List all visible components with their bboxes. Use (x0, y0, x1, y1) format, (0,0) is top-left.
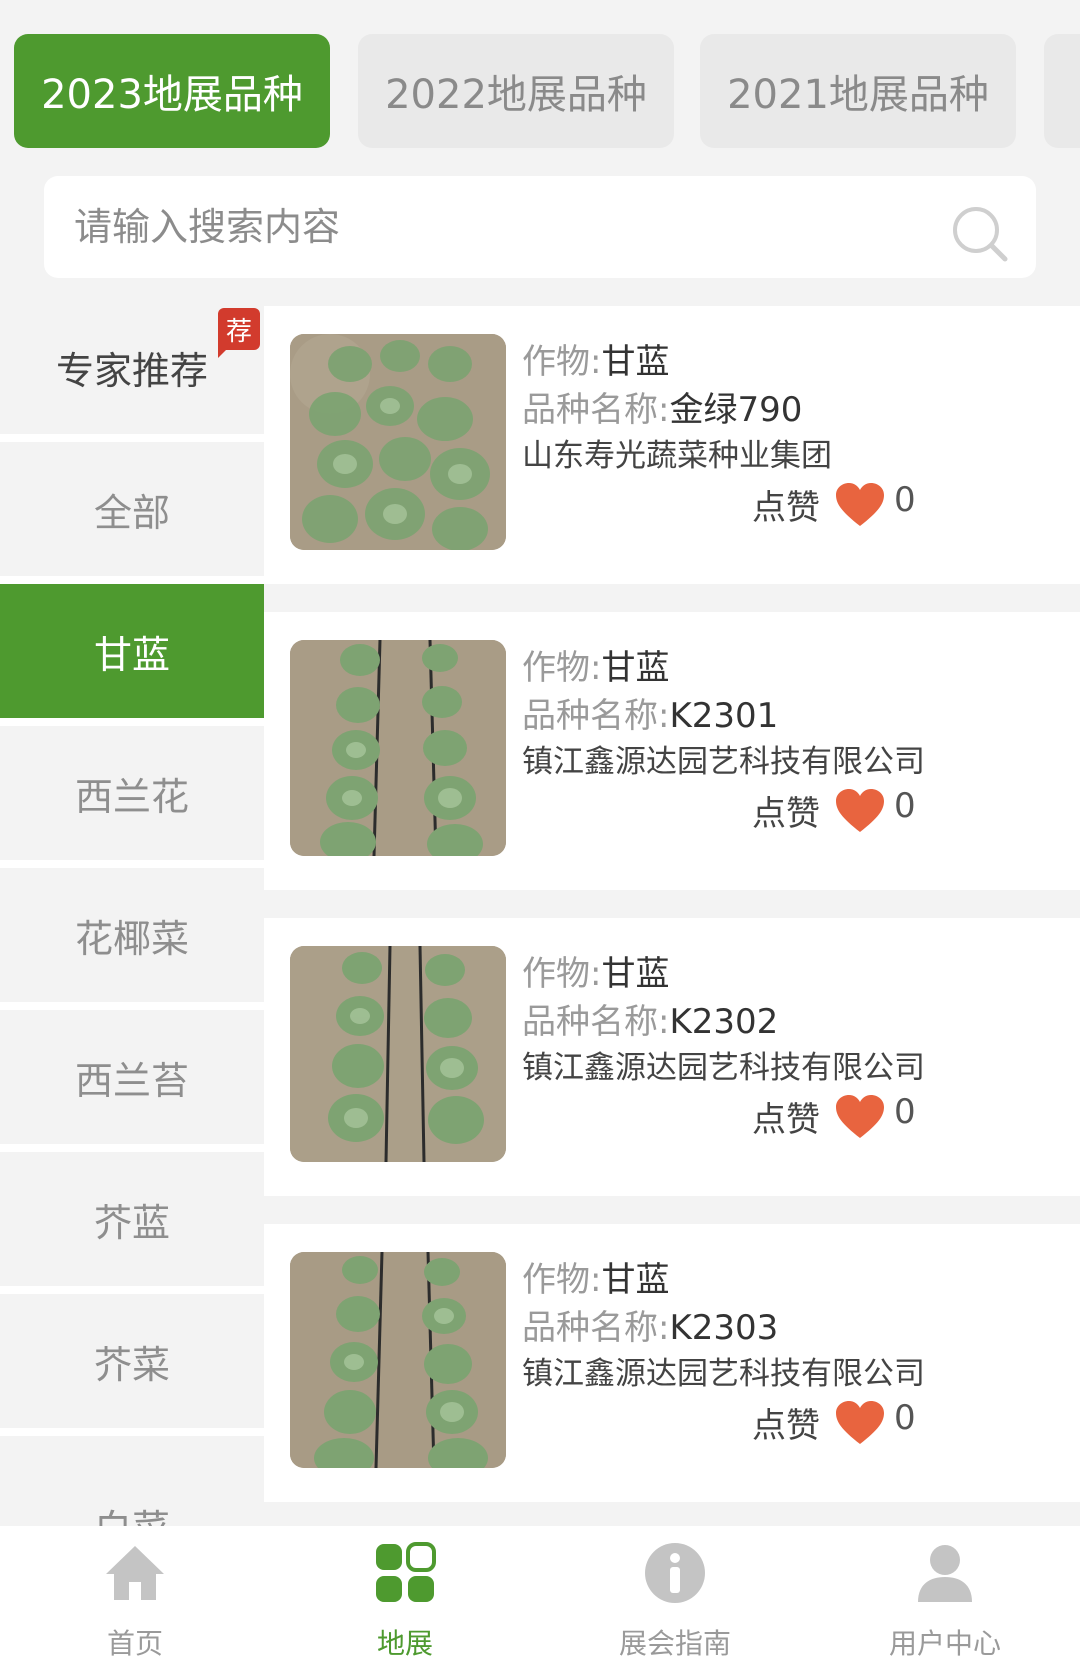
heart-icon[interactable] (834, 482, 886, 528)
variety-card[interactable]: 作物:甘蓝 品种名称:金绿790 山东寿光蔬菜种业集团 点赞 0 (264, 306, 1080, 584)
like-count: 0 (894, 1398, 916, 1438)
sidebar-item-label: 全部 (93, 490, 170, 535)
variety-value: 金绿790 (669, 390, 803, 430)
variety-card[interactable]: 作物:甘蓝 品种名称:K2302 镇江鑫源达园艺科技有限公司 点赞 0 (264, 918, 1080, 1196)
variety-line: 品种名称:K2302 (522, 994, 778, 1043)
nav-label: 地展 (376, 1627, 433, 1660)
sidebar-item-broccoli[interactable]: 西兰花 (0, 726, 264, 860)
sidebar-item-label: 白菜 (94, 1498, 170, 1527)
search-input[interactable]: 请输入搜索内容 (74, 176, 340, 278)
category-sidebar: 专家推荐 荐 全部 甘蓝 西兰花 花椰菜 西兰苔 芥蓝 芥菜 (0, 300, 264, 1526)
like-label: 点赞 (752, 488, 820, 528)
crop-label: 作物: (522, 342, 602, 382)
crop-value: 甘蓝 (601, 342, 670, 382)
sidebar-item-label: 专家推荐 (55, 348, 208, 393)
sidebar-divider (0, 1428, 264, 1436)
sidebar-divider (0, 434, 264, 442)
heart-icon[interactable] (834, 788, 886, 834)
like-label: 点赞 (752, 794, 820, 834)
home-icon (106, 1546, 164, 1600)
variety-label: 品种名称: (522, 1308, 670, 1348)
like-count: 0 (894, 1092, 916, 1132)
app-screen: 2023地展品种 2022地展品种 2021地展品种 请输入搜索内容 专家推荐 … (0, 0, 1080, 1678)
tab-overflow[interactable] (1044, 34, 1080, 148)
sidebar-item-label: 芥蓝 (93, 1200, 170, 1245)
like-label: 点赞 (752, 1406, 820, 1446)
sidebar-item-napa-cabbage[interactable]: 白菜 (0, 1436, 264, 1526)
sidebar-item-cauliflower[interactable]: 花椰菜 (0, 868, 264, 1002)
tab-2023[interactable]: 2023地展品种 (14, 34, 330, 148)
sidebar-item-label: 花椰菜 (74, 916, 189, 961)
variety-list: 作物:甘蓝 品种名称:金绿790 山东寿光蔬菜种业集团 点赞 0 作物:甘蓝 品… (264, 306, 1080, 1526)
variety-photo (290, 946, 506, 1162)
crop-line: 作物:甘蓝 (522, 334, 669, 383)
company-name: 镇江鑫源达园艺科技有限公司 (522, 1050, 925, 1086)
like-label: 点赞 (752, 1100, 820, 1140)
variety-value: K2302 (669, 1002, 779, 1042)
crop-line: 作物:甘蓝 (522, 946, 669, 995)
info-icon (645, 1543, 705, 1603)
sidebar-divider (0, 1002, 264, 1010)
search-bar[interactable]: 请输入搜索内容 (44, 176, 1036, 278)
variety-photo (290, 1252, 506, 1468)
nav-home[interactable]: 首页 (0, 1526, 270, 1678)
nav-label: 用户中心 (888, 1627, 1001, 1660)
nav-label: 展会指南 (618, 1627, 731, 1660)
recommend-badge: 荐 (218, 308, 260, 350)
nav-exhibition-guide[interactable]: 展会指南 (540, 1526, 810, 1678)
sidebar-item-chinese-kale[interactable]: 芥蓝 (0, 1152, 264, 1286)
variety-photo (290, 334, 506, 550)
sidebar-item-all[interactable]: 全部 (0, 442, 264, 576)
sidebar-item-label: 西兰苔 (74, 1058, 189, 1103)
variety-line: 品种名称:K2303 (522, 1300, 778, 1349)
variety-line: 品种名称:金绿790 (522, 382, 802, 431)
heart-icon[interactable] (834, 1094, 886, 1140)
like-count: 0 (894, 480, 916, 520)
sidebar-item-label: 芥菜 (93, 1342, 170, 1387)
sidebar-item-label: 甘蓝 (93, 632, 170, 677)
recommend-badge-tail (218, 346, 230, 358)
crop-label: 作物: (522, 954, 602, 994)
like-count: 0 (894, 786, 916, 826)
variety-photo (290, 640, 506, 856)
crop-label: 作物: (522, 1260, 602, 1300)
bottom-nav: 首页 地展 展会指南 用户中心 (0, 1526, 1080, 1678)
sidebar-item-broccolini[interactable]: 西兰苔 (0, 1010, 264, 1144)
sidebar-item-mustard[interactable]: 芥菜 (0, 1294, 264, 1428)
crop-value: 甘蓝 (601, 954, 670, 994)
company-name: 山东寿光蔬菜种业集团 (522, 438, 832, 474)
sidebar-item-label: 西兰花 (74, 774, 189, 819)
company-name: 镇江鑫源达园艺科技有限公司 (522, 744, 925, 780)
sidebar-divider (0, 1144, 264, 1152)
crop-value: 甘蓝 (601, 648, 670, 688)
search-icon[interactable] (950, 204, 1010, 264)
sidebar-item-cabbage[interactable]: 甘蓝 (0, 584, 264, 718)
tab-2022[interactable]: 2022地展品种 (358, 34, 674, 148)
user-icon (918, 1545, 972, 1602)
variety-value: K2303 (669, 1308, 779, 1348)
variety-label: 品种名称: (522, 1002, 670, 1042)
crop-line: 作物:甘蓝 (522, 640, 669, 689)
crop-line: 作物:甘蓝 (522, 1252, 669, 1301)
company-name: 镇江鑫源达园艺科技有限公司 (522, 1356, 925, 1392)
sidebar-divider (0, 860, 264, 868)
variety-line: 品种名称:K2301 (522, 688, 778, 737)
sidebar-divider (0, 1286, 264, 1294)
variety-value: K2301 (669, 696, 779, 736)
variety-card[interactable]: 作物:甘蓝 品种名称:K2301 镇江鑫源达园艺科技有限公司 点赞 0 (264, 612, 1080, 890)
nav-field-show[interactable]: 地展 (270, 1526, 540, 1678)
nav-user-center[interactable]: 用户中心 (810, 1526, 1080, 1678)
year-tab-bar: 2023地展品种 2022地展品种 2021地展品种 (0, 0, 1080, 170)
sidebar-divider (0, 718, 264, 726)
variety-card[interactable]: 作物:甘蓝 品种名称:K2303 镇江鑫源达园艺科技有限公司 点赞 0 (264, 1224, 1080, 1502)
nav-label: 首页 (106, 1627, 163, 1660)
variety-label: 品种名称: (522, 696, 670, 736)
sidebar-divider (0, 576, 264, 584)
grid-icon (376, 1542, 436, 1602)
crop-label: 作物: (522, 648, 602, 688)
tab-2021[interactable]: 2021地展品种 (700, 34, 1016, 148)
variety-label: 品种名称: (522, 390, 670, 430)
crop-value: 甘蓝 (601, 1260, 670, 1300)
heart-icon[interactable] (834, 1400, 886, 1446)
